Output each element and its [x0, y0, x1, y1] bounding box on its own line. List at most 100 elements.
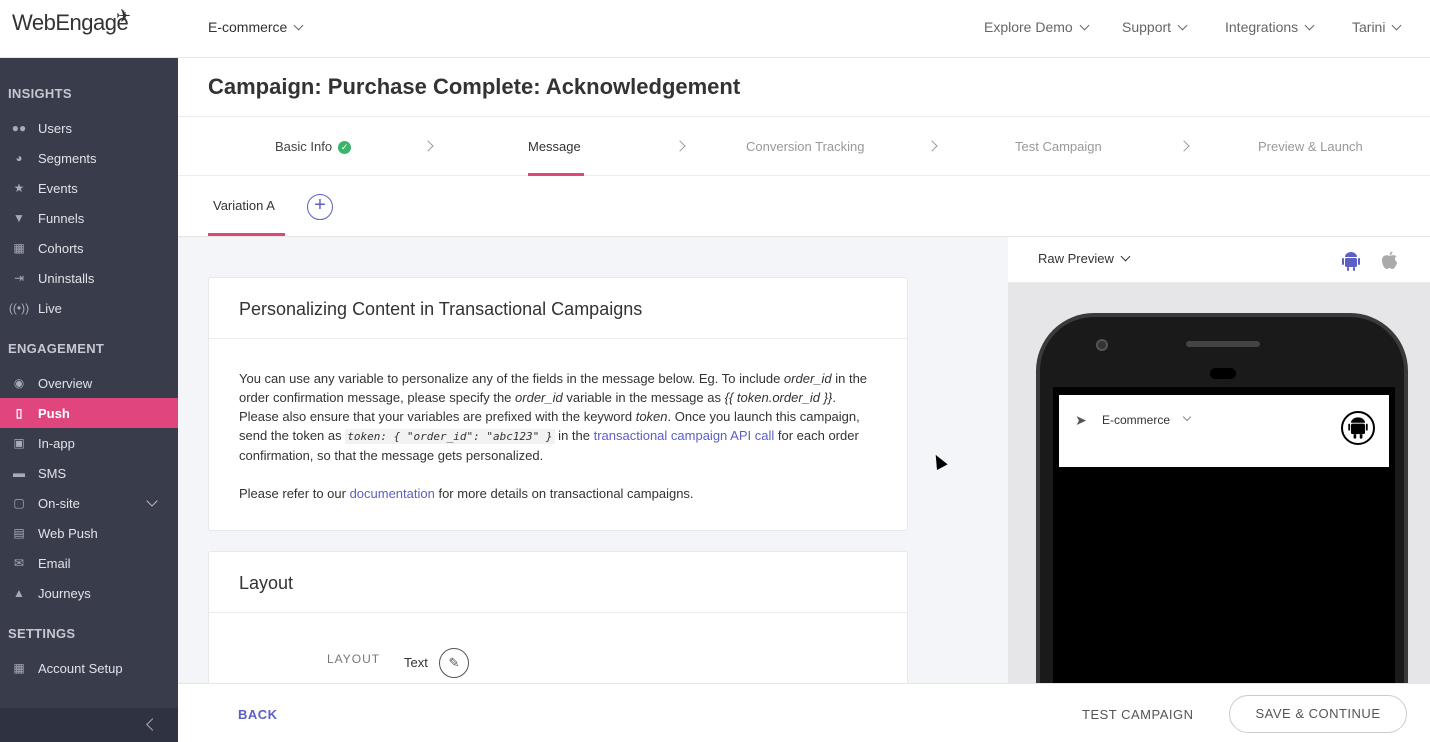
- sidebar-item-label: On-site: [38, 495, 80, 511]
- var-order-id: order_id: [783, 371, 832, 386]
- explore-demo-menu[interactable]: Explore Demo: [984, 19, 1090, 35]
- add-variation-button[interactable]: +: [307, 194, 333, 220]
- sidebar-item-journeys[interactable]: ▲ Journeys: [0, 578, 178, 608]
- user-menu[interactable]: Tarini: [1352, 19, 1402, 35]
- message-editor: Personalizing Content in Transactional C…: [178, 237, 1008, 683]
- documentation-link[interactable]: documentation: [350, 486, 435, 501]
- sidebar-item-funnels[interactable]: ▼ Funnels: [0, 203, 178, 233]
- apple-icon[interactable]: [1381, 251, 1398, 270]
- sidebar-item-sms[interactable]: ▬ SMS: [0, 458, 178, 488]
- camera-icon: [1096, 339, 1108, 351]
- step-label: Preview & Launch: [1258, 139, 1363, 154]
- chevron-down-icon[interactable]: [146, 495, 158, 507]
- personalize-card: Personalizing Content in Transactional C…: [208, 277, 908, 531]
- tab-variation-a[interactable]: Variation A: [213, 198, 275, 213]
- explore-demo-label: Explore Demo: [984, 19, 1073, 35]
- sidebar-item-label: Users: [38, 120, 72, 136]
- android-phone: ➤ E-commerce: [1036, 313, 1408, 683]
- sidebar-item-in-app[interactable]: ▣ In-app: [0, 428, 178, 458]
- chevron-left-icon: [146, 718, 159, 731]
- sidebar-item-uninstalls[interactable]: ⇥ Uninstalls: [0, 263, 178, 293]
- campaign-steps: Basic Info ✓ Message Conversion Tracking …: [178, 116, 1430, 176]
- webengage-logo[interactable]: WebEngage ✈: [12, 6, 131, 36]
- section-engagement: ENGAGEMENT: [8, 341, 105, 356]
- support-label: Support: [1122, 19, 1172, 35]
- project-selector[interactable]: E-commerce: [208, 19, 304, 35]
- mobile-icon: ▯: [15, 406, 23, 420]
- exit-icon: ⇥: [13, 271, 25, 285]
- sidebar-item-on-site[interactable]: ▢ On-site: [0, 488, 178, 518]
- sidebar: INSIGHTS ●● Users ◕ Segments ★ Events ▼ Funn…: [0, 58, 178, 742]
- text: You can use any variable to personalize …: [239, 371, 784, 386]
- sidebar-item-label: Journeys: [38, 585, 91, 601]
- personalize-title: Personalizing Content in Transactional C…: [209, 278, 907, 339]
- step-label: Conversion Tracking: [746, 139, 865, 154]
- layout-value: Text: [404, 655, 428, 670]
- sidebar-item-label: Funnels: [38, 210, 85, 226]
- sidebar-item-label: Email: [38, 555, 71, 571]
- step-preview-launch[interactable]: Preview & Launch: [1258, 139, 1363, 154]
- sidebar-item-live[interactable]: ((•)) Live: [0, 293, 178, 323]
- sidebar-item-account-setup[interactable]: ▦ Account Setup: [0, 653, 178, 683]
- api-call-link[interactable]: transactional campaign API call: [594, 428, 775, 443]
- layout-title: Layout: [209, 552, 907, 613]
- edit-layout-button[interactable]: ✎: [439, 648, 469, 678]
- step-basic-info[interactable]: Basic Info ✓: [275, 139, 352, 155]
- sidebar-item-label: Overview: [38, 375, 93, 391]
- check-icon: ✓: [338, 141, 352, 155]
- phone-screen: ➤ E-commerce: [1053, 387, 1395, 683]
- step-label: Test Campaign: [1015, 139, 1102, 154]
- test-campaign-button[interactable]: TEST CAMPAIGN: [1082, 707, 1193, 722]
- sidebar-item-cohorts[interactable]: ▦ Cohorts: [0, 233, 178, 263]
- push-notification-preview: ➤ E-commerce: [1059, 395, 1389, 467]
- step-message[interactable]: Message: [528, 139, 581, 154]
- chevron-down-icon: [1120, 251, 1131, 262]
- send-icon: ➤: [1075, 412, 1087, 428]
- device-preview: ➤ E-commerce: [1008, 283, 1430, 683]
- mail-icon: ✉: [13, 556, 25, 570]
- chevron-down-icon: [293, 20, 304, 31]
- bird-icon: ✈: [116, 6, 131, 26]
- sidebar-item-segments[interactable]: ◕ Segments: [0, 143, 178, 173]
- back-button[interactable]: BACK: [238, 707, 278, 722]
- save-continue-button[interactable]: SAVE & CONTINUE: [1229, 695, 1407, 733]
- chevron-down-icon: [1182, 412, 1192, 422]
- sidebar-item-web-push[interactable]: ▤ Web Push: [0, 518, 178, 548]
- sidebar-item-label: Live: [38, 300, 62, 316]
- sidebar-item-users[interactable]: ●● Users: [0, 113, 178, 143]
- sidebar-item-label: Account Setup: [38, 660, 123, 676]
- sidebar-collapse-button[interactable]: [0, 708, 178, 742]
- text: for more details on transactional campai…: [434, 486, 694, 501]
- rocket-icon: ▲: [13, 586, 25, 600]
- speaker: [1186, 341, 1260, 347]
- top-bar: WebEngage ✈ E-commerce Explore Demo Supp…: [0, 0, 1430, 58]
- sidebar-item-label: Push: [38, 405, 70, 421]
- keyword-token: token: [635, 409, 668, 424]
- variation-tabs: Variation A +: [178, 176, 1430, 237]
- browser-icon: ▤: [13, 526, 25, 540]
- step-conversion-tracking[interactable]: Conversion Tracking: [746, 139, 865, 154]
- star-icon: ★: [13, 181, 25, 195]
- chevron-down-icon: [1177, 20, 1188, 31]
- pie-icon: ◕: [15, 151, 23, 165]
- integrations-label: Integrations: [1225, 19, 1299, 35]
- support-menu[interactable]: Support: [1122, 19, 1188, 35]
- sidebar-item-label: Events: [38, 180, 78, 196]
- personalize-paragraph: You can use any variable to personalize …: [239, 369, 877, 465]
- text: in the: [554, 428, 594, 443]
- android-icon[interactable]: [1342, 251, 1360, 271]
- step-test-campaign[interactable]: Test Campaign: [1015, 139, 1102, 154]
- sidebar-item-events[interactable]: ★ Events: [0, 173, 178, 203]
- chevron-down-icon: [1392, 20, 1402, 31]
- sidebar-item-push[interactable]: ▯ Push: [0, 398, 178, 428]
- integrations-menu[interactable]: Integrations: [1225, 19, 1315, 35]
- user-name: Tarini: [1352, 19, 1386, 35]
- sidebar-item-label: In-app: [38, 435, 75, 451]
- sidebar-item-email[interactable]: ✉ Email: [0, 548, 178, 578]
- notification-app-name: E-commerce: [1102, 413, 1171, 427]
- footer-actions: BACK TEST CAMPAIGN SAVE & CONTINUE: [178, 683, 1430, 742]
- phone-icon: ▣: [13, 436, 25, 450]
- sidebar-item-overview[interactable]: ◉ Overview: [0, 368, 178, 398]
- active-tab-indicator: [208, 233, 285, 236]
- preview-mode-dropdown[interactable]: Raw Preview: [1038, 251, 1131, 266]
